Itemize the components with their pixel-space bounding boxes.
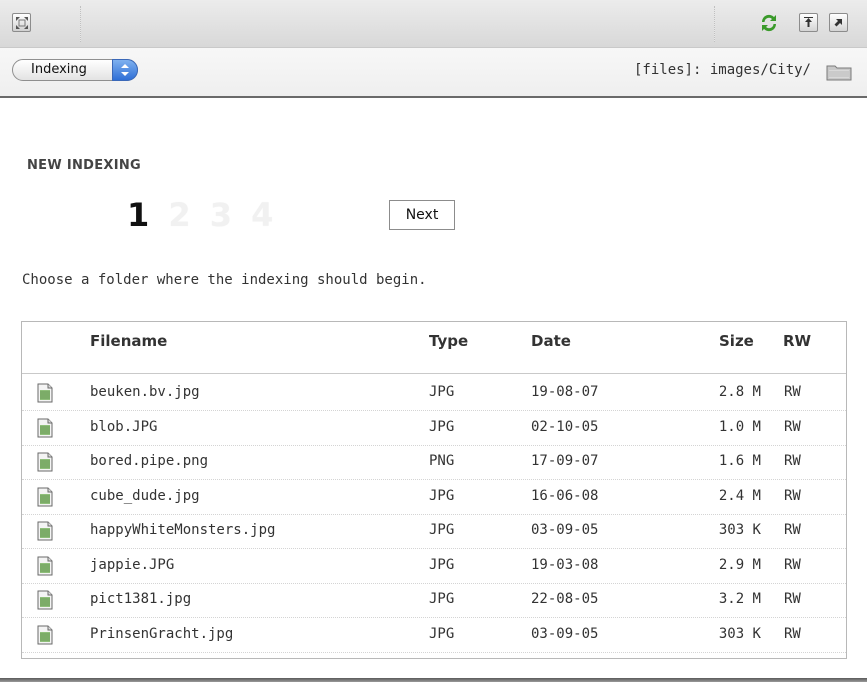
cell-type: JPG — [429, 522, 455, 538]
cell-size: 303 K — [718, 522, 761, 538]
next-button[interactable]: Next — [389, 200, 455, 230]
cell-size: 3.2 M — [718, 591, 761, 607]
cell-rw: RW — [784, 418, 801, 435]
cell-filename: cube_dude.jpg — [90, 487, 200, 504]
cell-type: JPG — [429, 625, 455, 642]
cell-size: 1.6 M — [718, 453, 761, 469]
cell-size: 303 K — [718, 625, 761, 642]
select-arrows-icon — [112, 59, 138, 81]
cell-rw: RW — [784, 556, 801, 573]
cell-type: JPG — [429, 487, 455, 504]
cell-size: 2.4 M — [718, 487, 761, 504]
step-indicator: 1 2 3 4 — [127, 196, 287, 236]
cell-rw: RW — [784, 522, 801, 538]
top-toolbar — [0, 0, 867, 48]
mode-select[interactable]: Indexing — [12, 59, 138, 81]
file-table: Filename Type Date Size RW beuken.bv.jpg… — [21, 321, 847, 659]
image-file-icon — [37, 590, 53, 610]
cell-date: 19-03-08 — [531, 556, 599, 573]
image-file-icon — [37, 556, 53, 576]
cell-date: 03-09-05 — [531, 625, 599, 642]
cell-size: 1.0 M — [718, 418, 761, 435]
cell-filename: blob.JPG — [90, 418, 158, 435]
mode-select-value: Indexing — [31, 62, 87, 77]
table-header: Filename Type Date Size RW — [22, 322, 846, 374]
expand-icon[interactable] — [12, 13, 31, 32]
refresh-icon[interactable] — [759, 12, 779, 34]
header-type[interactable]: Type — [429, 332, 468, 350]
image-file-icon — [37, 625, 53, 645]
cell-type: JPG — [429, 591, 455, 607]
table-row[interactable]: bored.pipe.png PNG 17-09-07 1.6 M RW — [22, 446, 846, 480]
instruction-text: Choose a folder where the indexing shoul… — [22, 272, 427, 288]
table-row[interactable]: happyWhiteMonsters.jpg JPG 03-09-05 303 K RW — [22, 515, 846, 549]
bottom-divider — [0, 678, 867, 682]
cell-rw: RW — [784, 384, 801, 400]
external-link-icon[interactable] — [829, 13, 848, 32]
table-row[interactable]: jappie.JPG JPG 19-03-08 2.9 M RW — [22, 550, 846, 584]
cell-filename: pict1381.jpg — [90, 591, 192, 607]
cell-date: 02-10-05 — [531, 418, 599, 435]
image-file-icon — [37, 452, 53, 472]
section-title: NEW INDEXING — [27, 158, 142, 173]
cell-date: 22-08-05 — [531, 591, 599, 607]
cell-filename: beuken.bv.jpg — [90, 384, 200, 400]
folder-icon[interactable] — [826, 63, 852, 81]
cell-filename: happyWhiteMonsters.jpg — [90, 522, 276, 538]
cell-rw: RW — [784, 453, 801, 469]
table-row[interactable]: pict1381.jpg JPG 22-08-05 3.2 M RW — [22, 584, 846, 618]
mode-bar: Indexing [files]: images/City/ — [0, 48, 867, 98]
cell-rw: RW — [784, 487, 801, 504]
table-row[interactable]: beuken.bv.jpg JPG 19-08-07 2.8 M RW — [22, 377, 846, 411]
toolbar-divider — [80, 6, 81, 42]
cell-filename: jappie.JPG — [90, 556, 175, 573]
upload-icon[interactable] — [799, 13, 818, 32]
step-2: 2 — [168, 196, 191, 234]
cell-date: 16-06-08 — [531, 487, 599, 504]
cell-type: JPG — [429, 556, 455, 573]
image-file-icon — [37, 418, 53, 438]
step-4: 4 — [251, 196, 274, 234]
step-1: 1 — [127, 196, 150, 234]
header-rw[interactable]: RW — [783, 332, 811, 350]
image-file-icon — [37, 487, 53, 507]
cell-size: 2.8 M — [718, 384, 761, 400]
table-row[interactable]: cube_dude.jpg JPG 16-06-08 2.4 M RW — [22, 481, 846, 515]
header-size[interactable]: Size — [719, 332, 754, 350]
cell-type: JPG — [429, 384, 455, 400]
cell-date: 03-09-05 — [531, 522, 599, 538]
cell-type: PNG — [429, 453, 455, 469]
header-filename[interactable]: Filename — [90, 332, 167, 350]
cell-size: 2.9 M — [718, 556, 761, 573]
cell-rw: RW — [784, 625, 801, 642]
cell-filename: bored.pipe.png — [90, 453, 209, 469]
table-row[interactable]: PrinsenGracht.jpg JPG 03-09-05 303 K RW — [22, 619, 846, 653]
image-file-icon — [37, 383, 53, 403]
cell-date: 17-09-07 — [531, 453, 599, 469]
step-3: 3 — [209, 196, 232, 234]
toolbar-divider — [714, 6, 715, 42]
cell-date: 19-08-07 — [531, 384, 599, 400]
cell-type: JPG — [429, 418, 455, 435]
cell-rw: RW — [784, 591, 801, 607]
header-date[interactable]: Date — [531, 332, 571, 350]
cell-filename: PrinsenGracht.jpg — [90, 625, 234, 642]
table-row[interactable]: blob.JPG JPG 02-10-05 1.0 M RW — [22, 412, 846, 446]
image-file-icon — [37, 521, 53, 541]
current-path: [files]: images/City/ — [633, 62, 811, 78]
